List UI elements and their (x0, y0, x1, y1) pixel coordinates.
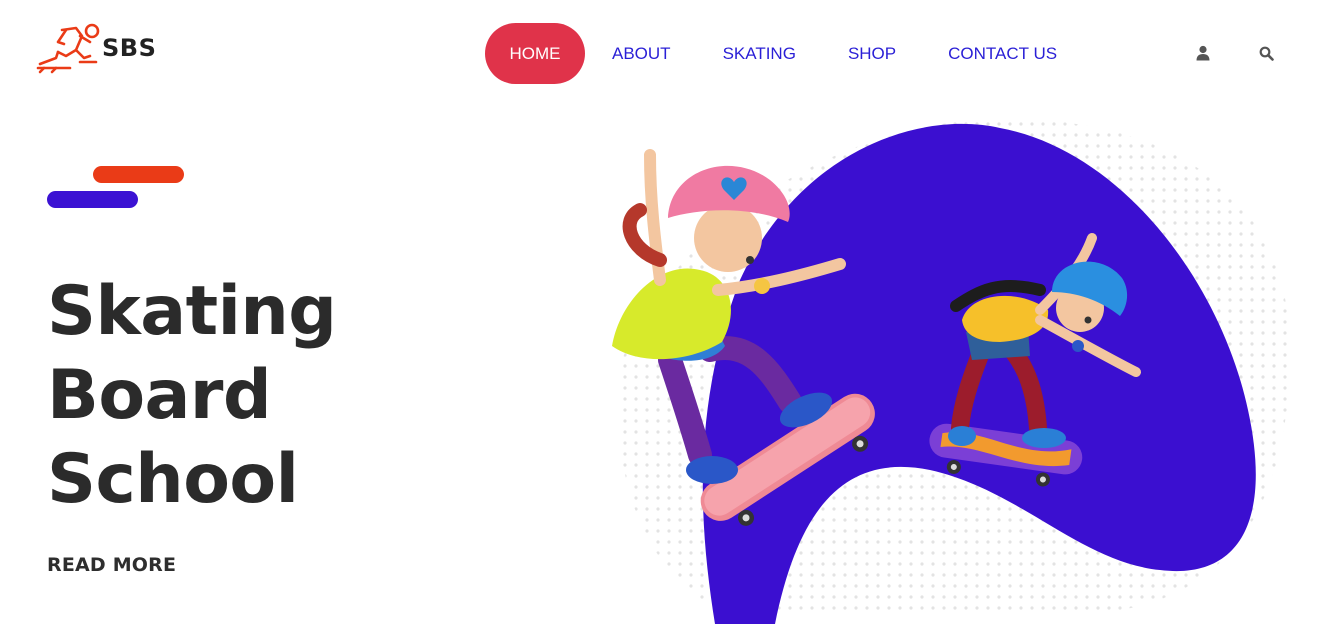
nav-home[interactable]: HOME (485, 23, 585, 84)
user-icon[interactable] (1194, 44, 1212, 62)
read-more-link[interactable]: READ MORE (47, 554, 176, 576)
search-icon[interactable] (1257, 44, 1275, 62)
hero-illustration (600, 110, 1342, 624)
skater-logo-icon (36, 23, 100, 74)
nav-skating[interactable]: SKATING (723, 23, 796, 84)
brand-logo[interactable]: SBS (36, 20, 156, 76)
hero-title-line: School (47, 440, 299, 519)
main-nav: HOME ABOUT SKATING SHOP CONTACT US (485, 23, 1057, 84)
hero-title-line: Skating (47, 272, 337, 351)
accent-bar-blue (47, 191, 138, 208)
site-header: SBS HOME ABOUT SKATING SHOP CONTACT US (0, 0, 1342, 110)
nav-contact-us[interactable]: CONTACT US (948, 23, 1057, 84)
skateboarding-kids-image (612, 119, 1290, 624)
hero-title-line: Board (47, 356, 272, 435)
accent-bar-red (93, 166, 184, 183)
brand-name: SBS (102, 34, 157, 62)
nav-about[interactable]: ABOUT (612, 23, 671, 84)
hero-title: Skating Board School (47, 270, 467, 522)
nav-shop[interactable]: SHOP (848, 23, 896, 84)
